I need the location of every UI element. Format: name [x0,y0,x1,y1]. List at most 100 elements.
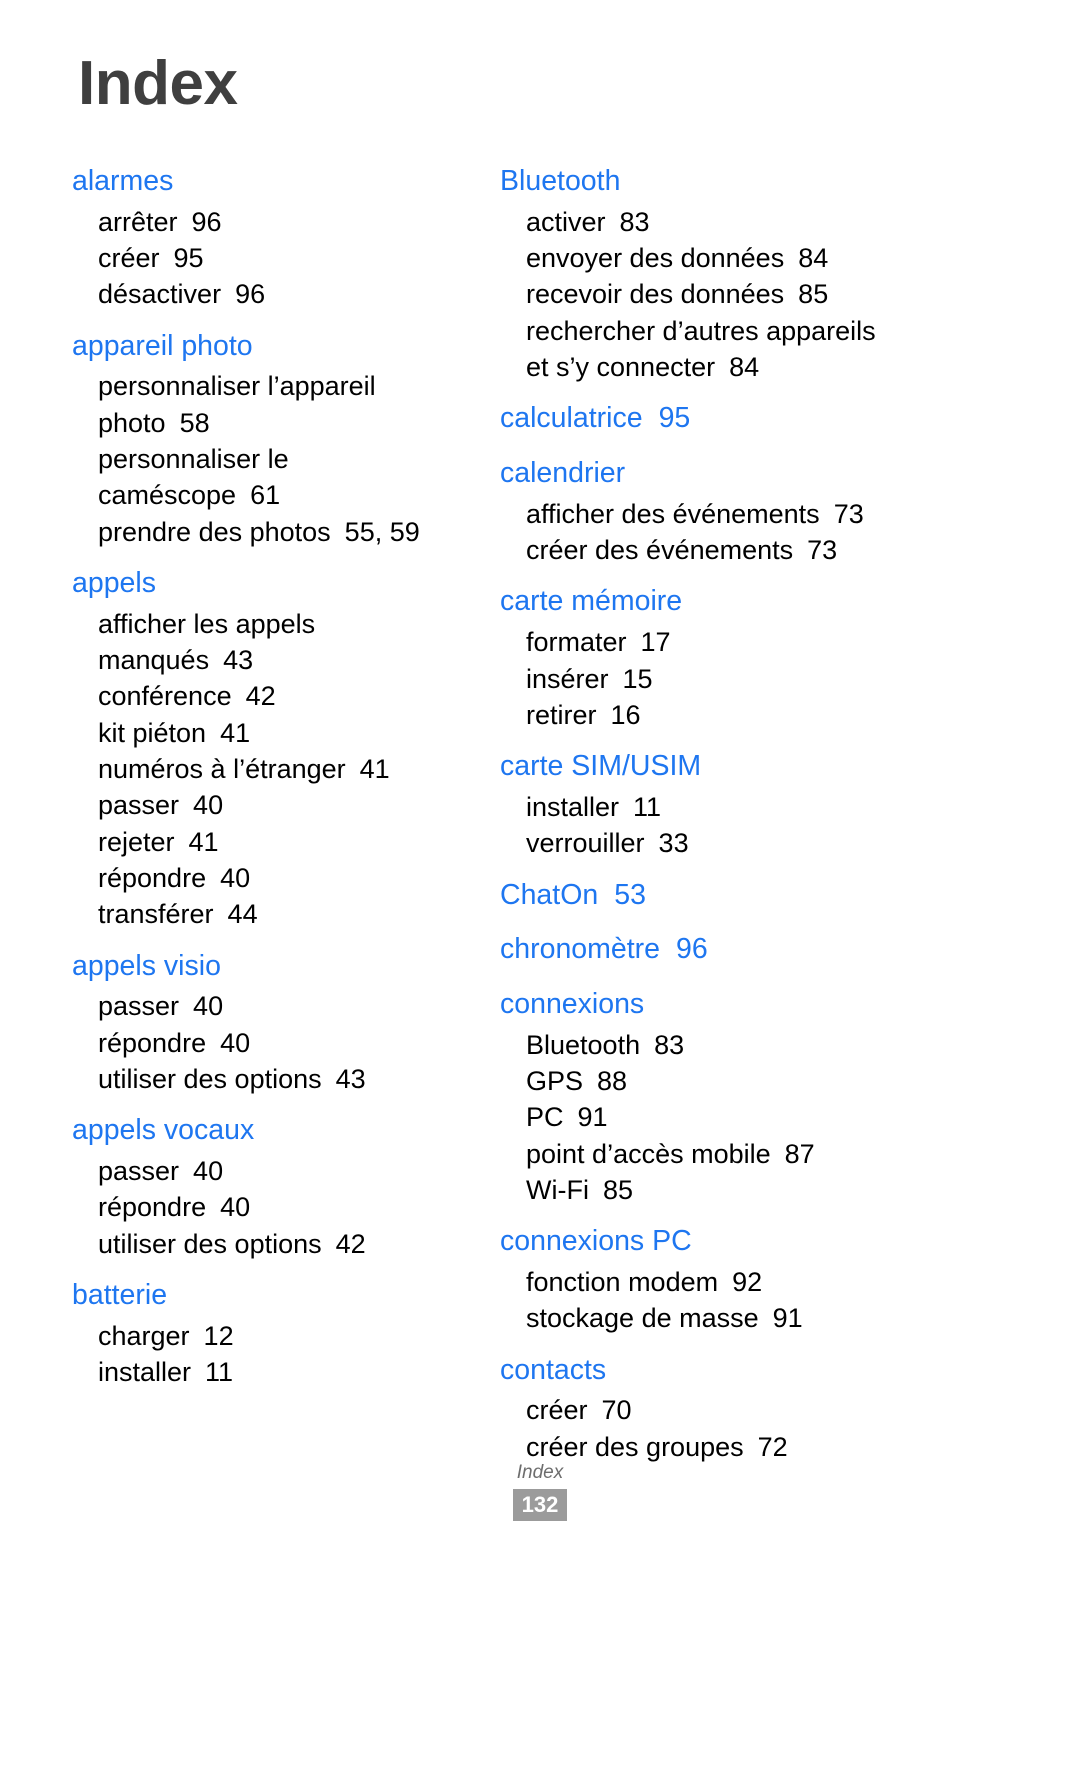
index-subitem[interactable]: fonction modem 92 [500,1264,896,1300]
index-term[interactable]: batterie [72,1274,468,1317]
index-subitem[interactable]: numéros à l’étranger 41 [72,751,468,787]
index-term-label: ChatOn [500,878,599,911]
index-subitem-label: charger [98,1320,190,1351]
index-subitem-page: 15 [622,663,653,694]
index-subitem-label: transférer [98,899,214,930]
index-subitem[interactable]: formater 17 [500,624,896,660]
index-subitem[interactable]: prendre des photos 55, 59 [72,514,468,550]
index-subitem-label: créer [526,1395,588,1426]
index-term-label: appels visio [72,949,221,982]
index-term[interactable]: connexions [500,983,896,1026]
index-entry: connexions Bluetooth 83 GPS 88 PC 91 point … [500,983,896,1208]
index-subitem-label: conférence [98,681,232,712]
index-subitem[interactable]: conférence 42 [72,678,468,714]
index-subitem[interactable]: kit piéton 41 [72,715,468,751]
index-subitem-list: afficher des événements 73 créer des évén… [500,496,896,569]
index-subitem[interactable]: passer 40 [72,787,468,823]
index-subitem-page: 17 [640,627,671,658]
index-subitem[interactable]: transférer 44 [72,896,468,932]
index-subitem[interactable]: retirer 16 [500,697,896,733]
index-term[interactable]: carte SIM/USIM [500,745,896,788]
index-subitem-page: 96 [235,279,266,310]
index-entry: appareil photo personnaliser l’appareil … [72,325,468,550]
index-subitem[interactable]: point d’accès mobile 87 [500,1136,896,1172]
index-subitem[interactable]: créer des groupes 72 [500,1429,896,1465]
index-subitem[interactable]: personnaliser le caméscope 61 [72,441,468,514]
index-subitem[interactable]: envoyer des données 84 [500,240,896,276]
index-term[interactable]: calendrier [500,452,896,495]
index-subitem-list: créer 70 créer des groupes 72 [500,1392,896,1465]
index-subitem[interactable]: verrouiller 33 [500,825,896,861]
index-subitem[interactable]: stockage de masse 91 [500,1300,896,1336]
index-subitem[interactable]: Bluetooth 83 [500,1027,896,1063]
index-subitem[interactable]: utiliser des options 43 [72,1061,468,1097]
index-term-label: connexions [500,988,645,1020]
index-entry: appels vocaux passer 40 répondre 40 utilis… [72,1109,468,1262]
index-term[interactable]: calculatrice 95 [500,397,896,440]
index-subitem-label: créer des groupes [526,1431,744,1462]
index-subitem-list: afficher les appels manqués 43 conférence… [72,606,468,933]
index-subitem[interactable]: GPS 88 [500,1063,896,1099]
index-subitem[interactable]: répondre 40 [72,1025,468,1061]
index-subitem-list: charger 12 installer 11 [72,1318,468,1391]
index-entry: appels visio passer 40 répondre 40 utilise… [72,945,468,1098]
index-subitem[interactable]: installer 11 [500,789,896,825]
index-subitem-page: 73 [807,535,838,566]
index-entry: Bluetooth activer 83 envoyer des données 8… [500,160,896,385]
index-term[interactable]: alarmes [72,160,468,203]
index-subitem[interactable]: arrêter 96 [72,204,468,240]
index-term[interactable]: connexions PC [500,1220,896,1263]
index-subitem[interactable]: insérer 15 [500,661,896,697]
index-subitem-page: 84 [798,243,829,274]
index-subitem[interactable]: activer 83 [500,204,896,240]
index-subitem-label: point d’accès mobile [526,1138,771,1169]
index-subitem-page: 43 [223,645,254,676]
index-subitem[interactable]: répondre 40 [72,1189,468,1225]
index-term-label: appareil photo [72,329,253,362]
index-subitem[interactable]: créer des événements 73 [500,532,896,568]
index-subitem[interactable]: personnaliser l’appareil photo 58 [72,368,468,441]
index-term[interactable]: appareil photo [72,325,468,368]
index-subitem[interactable]: afficher les appels manqués 43 [72,606,468,679]
index-term[interactable]: appels visio [72,945,468,988]
index-subitem-page: 58 [179,407,210,438]
index-subitem-page: 40 [193,991,224,1022]
index-subitem-label: fonction modem [526,1267,719,1298]
index-subitem[interactable]: passer 40 [72,988,468,1024]
index-subitem-label: personnaliser l’appareil photo [98,371,376,438]
index-term-label: chronomètre [500,933,660,966]
index-subitem[interactable]: installer 11 [72,1354,468,1390]
index-subitem[interactable]: recevoir des données 85 [500,276,896,312]
index-subitem[interactable]: créer 70 [500,1392,896,1428]
index-subitem-page: 43 [335,1063,366,1094]
index-subitem-page: 83 [619,206,650,237]
index-term[interactable]: appels vocaux [72,1109,468,1152]
index-term[interactable]: carte mémoire [500,580,896,623]
index-subitem[interactable]: charger 12 [72,1318,468,1354]
index-subitem-label: GPS [526,1066,584,1097]
index-subitem[interactable]: créer 95 [72,240,468,276]
index-term-label: alarmes [72,165,174,197]
index-subitem[interactable]: rechercher d’autres appareils et s’y con… [500,313,896,386]
index-term[interactable]: appels [72,562,468,605]
index-subitem-label: répondre [98,1027,207,1058]
index-subitem[interactable]: passer 40 [72,1153,468,1189]
index-term[interactable]: chronomètre 96 [500,928,896,971]
index-subitem[interactable]: désactiver 96 [72,276,468,312]
index-subitem-page: 87 [784,1138,815,1169]
index-columns: alarmes arrêter 96 créer 95 désactiver 96 a… [72,160,1008,1467]
index-subitem[interactable]: répondre 40 [72,860,468,896]
index-subitem[interactable]: Wi-Fi 85 [500,1172,896,1208]
index-subitem-page: 72 [757,1431,788,1462]
index-subitem-page: 33 [658,828,689,859]
page-footer: Index 132 [0,1462,1080,1522]
index-term[interactable]: Bluetooth [500,160,896,203]
index-subitem-label: installer [98,1357,192,1387]
index-subitem[interactable]: utiliser des options 42 [72,1226,468,1262]
index-term[interactable]: contacts [500,1349,896,1392]
index-term[interactable]: ChatOn 53 [500,874,896,917]
index-subitem[interactable]: afficher des événements 73 [500,496,896,532]
page-title: Index [78,49,238,118]
index-subitem[interactable]: PC 91 [500,1099,896,1135]
index-subitem[interactable]: rejeter 41 [72,824,468,860]
